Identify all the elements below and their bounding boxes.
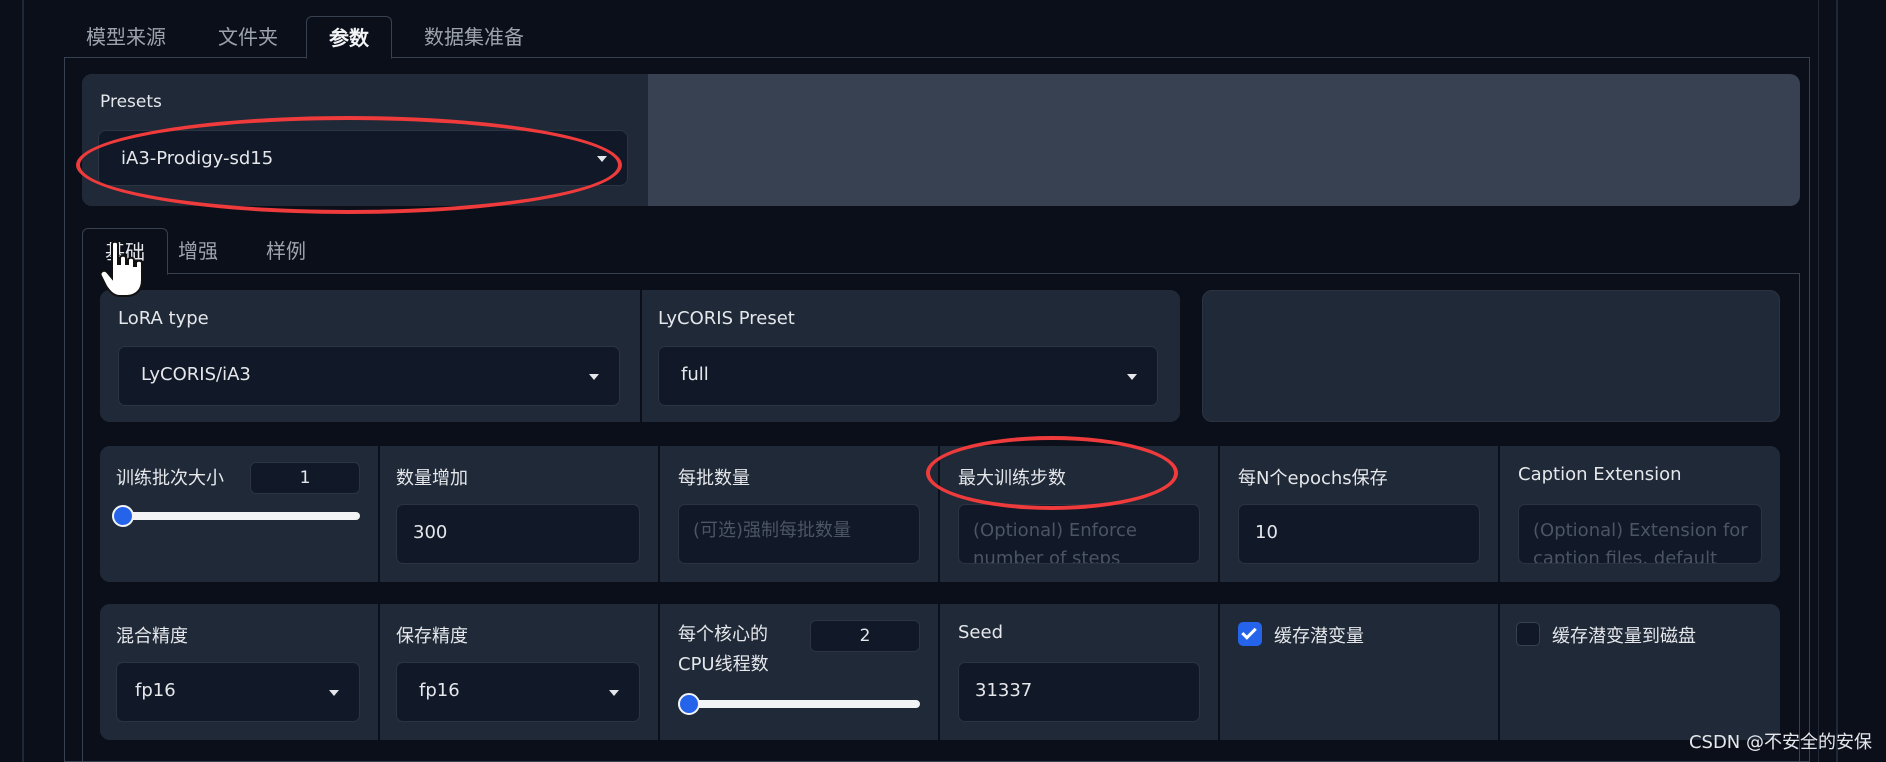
tab-samples[interactable]: 样例 [244, 228, 328, 274]
caption-extension-placeholder: (Optional) Extension for caption files. … [1533, 520, 1748, 564]
tab-advanced[interactable]: 增强 [156, 228, 240, 274]
lora-type-dropdown[interactable]: LyCORIS/iA3 [118, 346, 620, 406]
cache-latents-disk-checkbox[interactable] [1516, 622, 1540, 646]
batch-size-slider[interactable] [112, 505, 360, 527]
annotation-ellipse-presets [76, 116, 622, 214]
lora-type-value: LyCORIS/iA3 [141, 364, 251, 385]
tab-folders[interactable]: 文件夹 [196, 16, 300, 58]
watermark: CSDN @不安全的安保 [1688, 732, 1872, 753]
cache-latents-cell: 缓存潜变量 [1220, 604, 1498, 740]
window-border-right [1836, 0, 1838, 762]
cache-latents-checkbox[interactable] [1238, 622, 1262, 646]
seed-value: 31337 [975, 680, 1033, 701]
cpu-threads-slider[interactable] [678, 693, 920, 715]
chevron-down-icon [609, 690, 619, 696]
check-icon [1241, 624, 1257, 640]
cpu-threads-label-line1: 每个核心的 [678, 624, 768, 645]
mixed-precision-value: fp16 [135, 680, 176, 701]
lycoris-preset-cell: LyCORIS Preset full [642, 290, 1180, 422]
tab-model-source[interactable]: 模型来源 [64, 16, 188, 58]
lora-type-cell: LoRA type LyCORIS/iA3 [100, 290, 640, 422]
empty-group [1202, 290, 1780, 422]
lycoris-preset-label: LyCORIS Preset [658, 308, 795, 329]
cache-latents-disk-cell: 缓存潜变量到磁盘 [1500, 604, 1780, 740]
batch-size-label: 训练批次大小 [116, 468, 224, 489]
seed-input[interactable]: 31337 [958, 662, 1200, 722]
batch-size-cell: 训练批次大小 1 [100, 446, 378, 582]
cpu-threads-cell: 每个核心的 CPU线程数 2 [660, 604, 938, 740]
repeat-input[interactable]: 300 [396, 504, 640, 564]
save-precision-value: fp16 [419, 680, 460, 701]
caption-extension-input[interactable]: (Optional) Extension for caption files. … [1518, 504, 1762, 564]
repeat-cell: 数量增加 300 [380, 446, 658, 582]
top-tab-bar: 模型来源 文件夹 参数 数据集准备 [64, 16, 1810, 59]
tab-parameters[interactable]: 参数 [306, 16, 392, 59]
per-batch-label: 每批数量 [678, 468, 750, 489]
presets-label: Presets [100, 92, 162, 112]
mixed-precision-cell: 混合精度 fp16 [100, 604, 378, 740]
lycoris-preset-value: full [681, 364, 709, 385]
repeat-value: 300 [413, 522, 448, 543]
sub-tab-bar: 基础 增强 样例 [82, 228, 1800, 275]
cpu-threads-input[interactable]: 2 [810, 620, 920, 652]
per-batch-input[interactable]: (可选)强制每批数量 [678, 504, 920, 564]
seed-cell: Seed 31337 [940, 604, 1218, 740]
chevron-down-icon [329, 690, 339, 696]
lora-settings-group: LoRA type LyCORIS/iA3 LyCORIS Preset ful… [100, 290, 1180, 422]
batch-size-input[interactable]: 1 [250, 462, 360, 494]
save-precision-dropdown[interactable]: fp16 [396, 662, 640, 722]
tab-dataset-preparation[interactable]: 数据集准备 [402, 16, 546, 58]
save-every-input[interactable]: 10 [1238, 504, 1480, 564]
cache-latents-disk-label: 缓存潜变量到磁盘 [1552, 626, 1696, 647]
cpu-threads-label-line2: CPU线程数 [678, 654, 769, 675]
mixed-precision-dropdown[interactable]: fp16 [116, 662, 360, 722]
chevron-down-icon [589, 374, 599, 380]
seed-label: Seed [958, 622, 1003, 643]
per-batch-cell: 每批数量 (可选)强制每批数量 [660, 446, 938, 582]
lycoris-preset-dropdown[interactable]: full [658, 346, 1158, 406]
window-border-left [22, 0, 24, 762]
save-every-value: 10 [1255, 522, 1278, 543]
caption-extension-cell: Caption Extension (Optional) Extension f… [1500, 446, 1780, 582]
lora-type-label: LoRA type [118, 308, 209, 329]
mixed-precision-label: 混合精度 [116, 626, 188, 647]
max-steps-input[interactable]: (Optional) Enforce number of steps [958, 504, 1200, 564]
per-batch-placeholder: (可选)强制每批数量 [693, 520, 852, 541]
precision-settings-group: 混合精度 fp16 保存精度 fp16 每个核心的 CPU线程数 2 Seed … [100, 604, 1780, 740]
cache-latents-label: 缓存潜变量 [1274, 626, 1364, 647]
hand-cursor-icon [100, 240, 143, 297]
max-steps-placeholder: (Optional) Enforce number of steps [973, 520, 1137, 564]
slider-thumb[interactable] [678, 693, 700, 715]
save-every-cell: 每N个epochs保存 10 [1220, 446, 1498, 582]
save-precision-cell: 保存精度 fp16 [380, 604, 658, 740]
chevron-down-icon [1127, 374, 1137, 380]
save-every-label: 每N个epochs保存 [1238, 468, 1388, 489]
repeat-label: 数量增加 [396, 468, 468, 489]
caption-extension-label: Caption Extension [1518, 464, 1682, 485]
annotation-ellipse-max-steps [926, 436, 1178, 510]
slider-thumb[interactable] [112, 505, 134, 527]
window-border-right-inner [1818, 0, 1819, 762]
save-precision-label: 保存精度 [396, 626, 468, 647]
